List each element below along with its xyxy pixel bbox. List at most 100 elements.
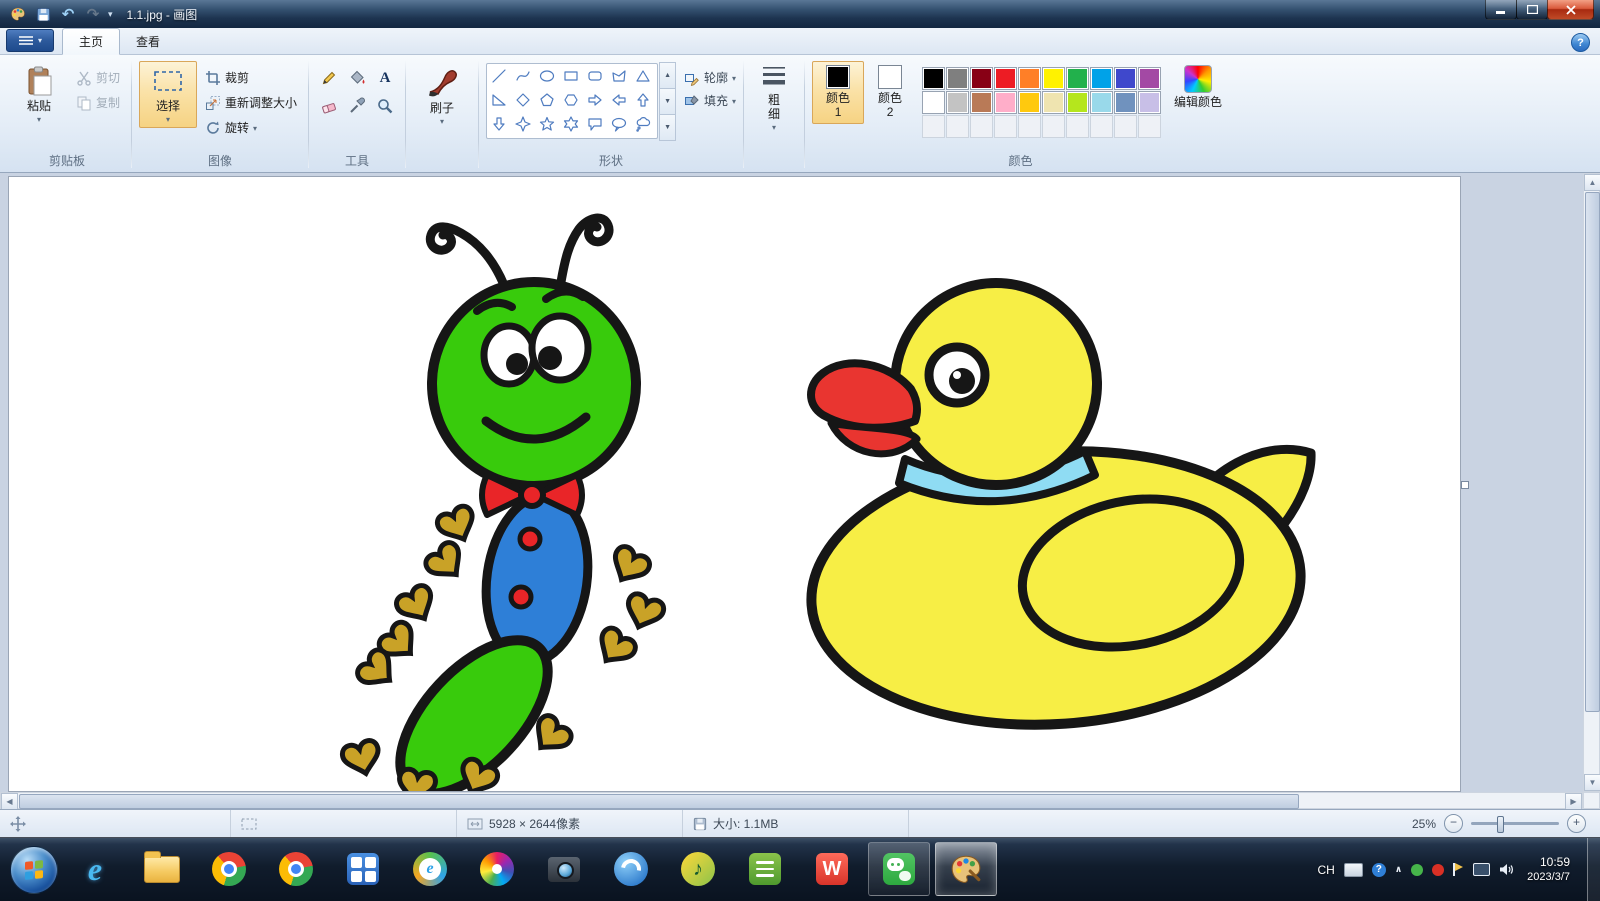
taskbar-wps-office-icon[interactable]: W	[801, 842, 863, 896]
zoom-slider-thumb[interactable]	[1497, 816, 1504, 833]
brushes-button[interactable]: 刷子 ▾	[413, 61, 471, 130]
canvas[interactable]	[8, 176, 1461, 792]
tray-green-app-icon[interactable]	[1411, 864, 1423, 876]
zoom-in-button[interactable]: +	[1567, 814, 1586, 833]
taskbar-chrome-icon[interactable]	[198, 842, 260, 896]
shape-arrow-up[interactable]	[631, 88, 655, 112]
shape-arrow-down[interactable]	[487, 112, 511, 136]
taskbar-wechat-icon[interactable]	[868, 842, 930, 896]
color2-button[interactable]: 颜色 2	[864, 61, 916, 124]
color1-button[interactable]: 颜色 1	[812, 61, 864, 124]
scroll-down-icon[interactable]: ▼	[1584, 774, 1600, 791]
eraser-tool-button[interactable]	[316, 93, 342, 119]
palette-empty-slot[interactable]	[1138, 115, 1161, 138]
shape-rectangle[interactable]	[559, 64, 583, 88]
palette-swatch[interactable]	[994, 91, 1017, 114]
shape-star-6[interactable]	[559, 112, 583, 136]
taskbar-music-app-icon[interactable]: ♪	[667, 842, 729, 896]
undo-button[interactable]: ↶	[58, 4, 78, 24]
palette-swatch[interactable]	[1018, 67, 1041, 90]
palette-swatch[interactable]	[1042, 91, 1065, 114]
shape-callout-cloud[interactable]	[631, 112, 655, 136]
network-icon[interactable]	[1473, 863, 1490, 876]
shape-curve[interactable]	[511, 64, 535, 88]
shape-pentagon[interactable]	[535, 88, 559, 112]
cut-button[interactable]: 剪切	[72, 67, 124, 88]
palette-swatch[interactable]	[1138, 91, 1161, 114]
taskbar-paint-icon[interactable]	[935, 842, 997, 896]
scroll-right-icon[interactable]: ▶	[1565, 793, 1582, 810]
zoom-slider[interactable]	[1471, 822, 1559, 825]
tab-view[interactable]: 查看	[120, 29, 176, 54]
palette-empty-slot[interactable]	[1090, 115, 1113, 138]
shape-triangle[interactable]	[631, 64, 655, 88]
help-icon[interactable]: ?	[1571, 33, 1590, 52]
shape-diamond[interactable]	[511, 88, 535, 112]
horizontal-scroll-thumb[interactable]	[19, 794, 1299, 809]
palette-swatch[interactable]	[922, 91, 945, 114]
palette-swatch[interactable]	[1090, 91, 1113, 114]
scroll-left-icon[interactable]: ◀	[1, 793, 18, 810]
close-button[interactable]	[1547, 0, 1594, 20]
palette-swatch[interactable]	[970, 67, 993, 90]
palette-empty-slot[interactable]	[970, 115, 993, 138]
horizontal-scrollbar[interactable]: ◀ ▶	[0, 792, 1583, 809]
language-indicator[interactable]: CH	[1318, 863, 1335, 877]
shape-arrow-left[interactable]	[607, 88, 631, 112]
shape-callout-rounded[interactable]	[583, 112, 607, 136]
redo-button[interactable]: ↷	[83, 4, 103, 24]
palette-swatch[interactable]	[1066, 91, 1089, 114]
taskbar-internet-explorer-icon[interactable]: e	[64, 842, 126, 896]
application-menu-button[interactable]: ▾	[6, 29, 54, 52]
palette-empty-slot[interactable]	[946, 115, 969, 138]
taskbar-chrome-2-icon[interactable]	[265, 842, 327, 896]
clock[interactable]: 10:59 2023/3/7	[1527, 855, 1570, 885]
palette-empty-slot[interactable]	[1066, 115, 1089, 138]
maximize-button[interactable]	[1516, 0, 1548, 20]
size-button[interactable]: 粗细 ▾	[751, 61, 797, 136]
palette-swatch[interactable]	[970, 91, 993, 114]
shapes-gallery-expand-icon[interactable]: ▼	[659, 114, 676, 141]
scroll-up-icon[interactable]: ▲	[1584, 174, 1600, 191]
tab-home[interactable]: 主页	[62, 28, 120, 55]
magnifier-tool-button[interactable]	[372, 93, 398, 119]
taskbar-notes-app-icon[interactable]	[734, 842, 796, 896]
fill-tool-button[interactable]	[344, 65, 370, 91]
shape-ellipse[interactable]	[535, 64, 559, 88]
keyboard-icon[interactable]	[1344, 863, 1363, 877]
shape-line[interactable]	[487, 64, 511, 88]
color-picker-tool-button[interactable]	[344, 93, 370, 119]
palette-swatch[interactable]	[946, 67, 969, 90]
edit-colors-button[interactable]: 编辑颜色	[1167, 61, 1229, 114]
palette-swatch[interactable]	[922, 67, 945, 90]
palette-swatch[interactable]	[1138, 67, 1161, 90]
shape-hexagon[interactable]	[559, 88, 583, 112]
taskbar-file-explorer-icon[interactable]	[131, 842, 193, 896]
shapes-scroll-up-icon[interactable]: ▲	[659, 62, 676, 89]
show-desktop-button[interactable]	[1587, 838, 1600, 901]
palette-swatch[interactable]	[946, 91, 969, 114]
vertical-scrollbar[interactable]: ▲ ▼	[1583, 173, 1600, 792]
resize-button[interactable]: 重新调整大小	[201, 92, 301, 113]
ime-help-icon[interactable]: ?	[1372, 863, 1386, 877]
palette-swatch[interactable]	[1066, 67, 1089, 90]
palette-empty-slot[interactable]	[1042, 115, 1065, 138]
outline-button[interactable]: 轮廓 ▾	[684, 69, 736, 86]
volume-icon[interactable]	[1499, 863, 1514, 876]
taskbar-pinwheel-app-icon[interactable]	[466, 842, 528, 896]
palette-swatch[interactable]	[1042, 67, 1065, 90]
tray-expand-icon[interactable]: ∧	[1395, 864, 1402, 875]
text-tool-button[interactable]: A	[372, 65, 398, 91]
save-button[interactable]	[33, 4, 53, 24]
canvas-resize-handle-right[interactable]	[1461, 481, 1469, 489]
tray-red-app-icon[interactable]	[1432, 864, 1444, 876]
shape-polygon[interactable]	[607, 64, 631, 88]
start-button[interactable]	[10, 846, 58, 894]
minimize-button[interactable]	[1485, 0, 1517, 20]
shape-rounded-rectangle[interactable]	[583, 64, 607, 88]
shape-star-5[interactable]	[535, 112, 559, 136]
palette-swatch[interactable]	[1114, 91, 1137, 114]
action-center-flag-icon[interactable]	[1453, 863, 1464, 876]
taskbar-blue-swirl-app-icon[interactable]	[600, 842, 662, 896]
copy-button[interactable]: 复制	[72, 92, 124, 113]
